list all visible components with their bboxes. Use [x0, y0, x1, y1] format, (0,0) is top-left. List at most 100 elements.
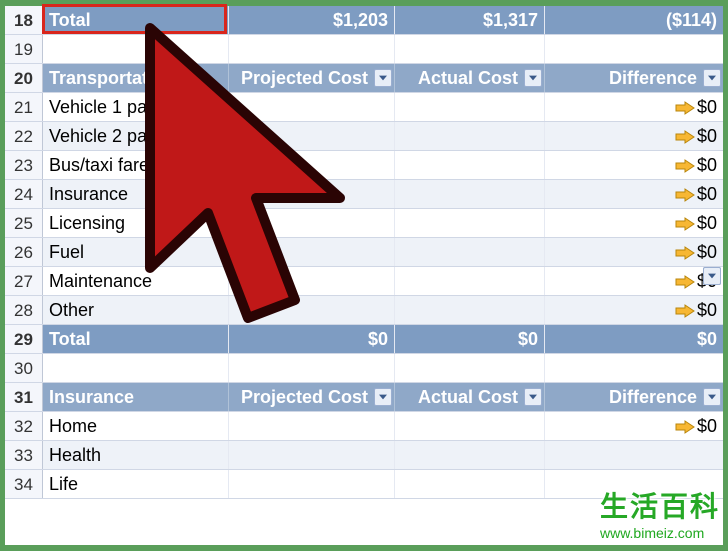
- row-number[interactable]: 26: [5, 238, 43, 266]
- item-label[interactable]: Life: [43, 470, 229, 498]
- data-row[interactable]: 23Bus/taxi fare $0: [5, 151, 723, 180]
- header-row[interactable]: 20TransportationProjected CostActual Cos…: [5, 64, 723, 93]
- total-label[interactable]: Total: [43, 6, 229, 34]
- item-projected[interactable]: [229, 238, 395, 266]
- data-row[interactable]: 24Insurance $0: [5, 180, 723, 209]
- item-actual[interactable]: [395, 93, 545, 121]
- header-difference[interactable]: Difference: [545, 383, 723, 411]
- item-actual[interactable]: [395, 412, 545, 440]
- row-number[interactable]: 34: [5, 470, 43, 498]
- item-difference[interactable]: $0: [545, 122, 723, 150]
- row-number[interactable]: 24: [5, 180, 43, 208]
- item-label[interactable]: Maintenance: [43, 267, 229, 295]
- data-row[interactable]: 32Home $0: [5, 412, 723, 441]
- row-number[interactable]: 22: [5, 122, 43, 150]
- item-actual[interactable]: [395, 296, 545, 324]
- item-label[interactable]: Bus/taxi fare: [43, 151, 229, 179]
- filter-dropdown-icon[interactable]: [703, 388, 721, 406]
- item-difference[interactable]: [545, 441, 723, 469]
- item-difference[interactable]: $0: [545, 238, 723, 266]
- item-label[interactable]: Insurance: [43, 180, 229, 208]
- total-projected[interactable]: $0: [229, 325, 395, 353]
- row-number[interactable]: 27: [5, 267, 43, 295]
- item-projected[interactable]: [229, 470, 395, 498]
- item-actual[interactable]: [395, 470, 545, 498]
- row-number[interactable]: 25: [5, 209, 43, 237]
- item-projected[interactable]: [229, 93, 395, 121]
- filter-dropdown-icon[interactable]: [374, 69, 392, 87]
- item-label[interactable]: Health: [43, 441, 229, 469]
- item-label[interactable]: Licensing: [43, 209, 229, 237]
- data-row[interactable]: 25Licensing $0: [5, 209, 723, 238]
- header-actual[interactable]: Actual Cost: [395, 383, 545, 411]
- item-actual[interactable]: [395, 209, 545, 237]
- item-actual[interactable]: [395, 122, 545, 150]
- cell[interactable]: [395, 35, 545, 63]
- header-category[interactable]: Transportation: [43, 64, 229, 92]
- data-row[interactable]: 21Vehicle 1 payment $0: [5, 93, 723, 122]
- total-row[interactable]: 29Total$0$0$0: [5, 325, 723, 354]
- row-number[interactable]: 28: [5, 296, 43, 324]
- total-actual[interactable]: $0: [395, 325, 545, 353]
- item-projected[interactable]: [229, 296, 395, 324]
- blank-row[interactable]: 19: [5, 35, 723, 64]
- row-number[interactable]: 32: [5, 412, 43, 440]
- data-row[interactable]: 22Vehicle 2 payment $0: [5, 122, 723, 151]
- item-difference[interactable]: $0: [545, 180, 723, 208]
- item-label[interactable]: Fuel: [43, 238, 229, 266]
- filter-dropdown-icon[interactable]: [524, 388, 542, 406]
- item-difference[interactable]: $0: [545, 296, 723, 324]
- item-difference[interactable]: $0: [545, 93, 723, 121]
- item-actual[interactable]: [395, 238, 545, 266]
- total-projected[interactable]: $1,203: [229, 6, 395, 34]
- item-actual[interactable]: [395, 441, 545, 469]
- item-projected[interactable]: [229, 122, 395, 150]
- item-label[interactable]: Home: [43, 412, 229, 440]
- item-actual[interactable]: [395, 151, 545, 179]
- item-projected[interactable]: [229, 180, 395, 208]
- row-number[interactable]: 23: [5, 151, 43, 179]
- total-difference[interactable]: ($114): [545, 6, 723, 34]
- cell[interactable]: [395, 354, 545, 382]
- cell[interactable]: [43, 354, 229, 382]
- blank-row[interactable]: 30: [5, 354, 723, 383]
- total-difference[interactable]: $0: [545, 325, 723, 353]
- item-projected[interactable]: [229, 267, 395, 295]
- data-row[interactable]: 33Health: [5, 441, 723, 470]
- item-difference[interactable]: $0: [545, 412, 723, 440]
- header-row[interactable]: 31InsuranceProjected CostActual CostDiff…: [5, 383, 723, 412]
- row-number[interactable]: 18: [5, 6, 43, 34]
- cell[interactable]: [545, 354, 723, 382]
- filter-dropdown-icon[interactable]: [703, 69, 721, 87]
- cell[interactable]: [229, 354, 395, 382]
- row-number[interactable]: 33: [5, 441, 43, 469]
- item-label[interactable]: Other: [43, 296, 229, 324]
- item-projected[interactable]: [229, 209, 395, 237]
- item-label[interactable]: Vehicle 1 payment: [43, 93, 229, 121]
- item-difference[interactable]: $0: [545, 151, 723, 179]
- data-row[interactable]: 26Fuel $0: [5, 238, 723, 267]
- row-number[interactable]: 21: [5, 93, 43, 121]
- header-projected[interactable]: Projected Cost: [229, 383, 395, 411]
- header-difference[interactable]: Difference: [545, 64, 723, 92]
- data-row[interactable]: 28Other $0: [5, 296, 723, 325]
- cell[interactable]: [545, 35, 723, 63]
- filter-dropdown-icon[interactable]: [524, 69, 542, 87]
- header-actual[interactable]: Actual Cost: [395, 64, 545, 92]
- item-actual[interactable]: [395, 180, 545, 208]
- total-row[interactable]: 18Total$1,203$1,317($114): [5, 6, 723, 35]
- cell[interactable]: [43, 35, 229, 63]
- item-actual[interactable]: [395, 267, 545, 295]
- item-difference[interactable]: $0: [545, 209, 723, 237]
- total-actual[interactable]: $1,317: [395, 6, 545, 34]
- row-number[interactable]: 29: [5, 325, 43, 353]
- item-label[interactable]: Vehicle 2 payment: [43, 122, 229, 150]
- row-number[interactable]: 19: [5, 35, 43, 63]
- cell[interactable]: [229, 35, 395, 63]
- item-difference[interactable]: $0: [545, 267, 723, 295]
- spreadsheet[interactable]: 18Total$1,203$1,317($114)1920Transportat…: [5, 6, 723, 545]
- header-category[interactable]: Insurance: [43, 383, 229, 411]
- row-number[interactable]: 30: [5, 354, 43, 382]
- total-label[interactable]: Total: [43, 325, 229, 353]
- filter-dropdown-icon[interactable]: [374, 388, 392, 406]
